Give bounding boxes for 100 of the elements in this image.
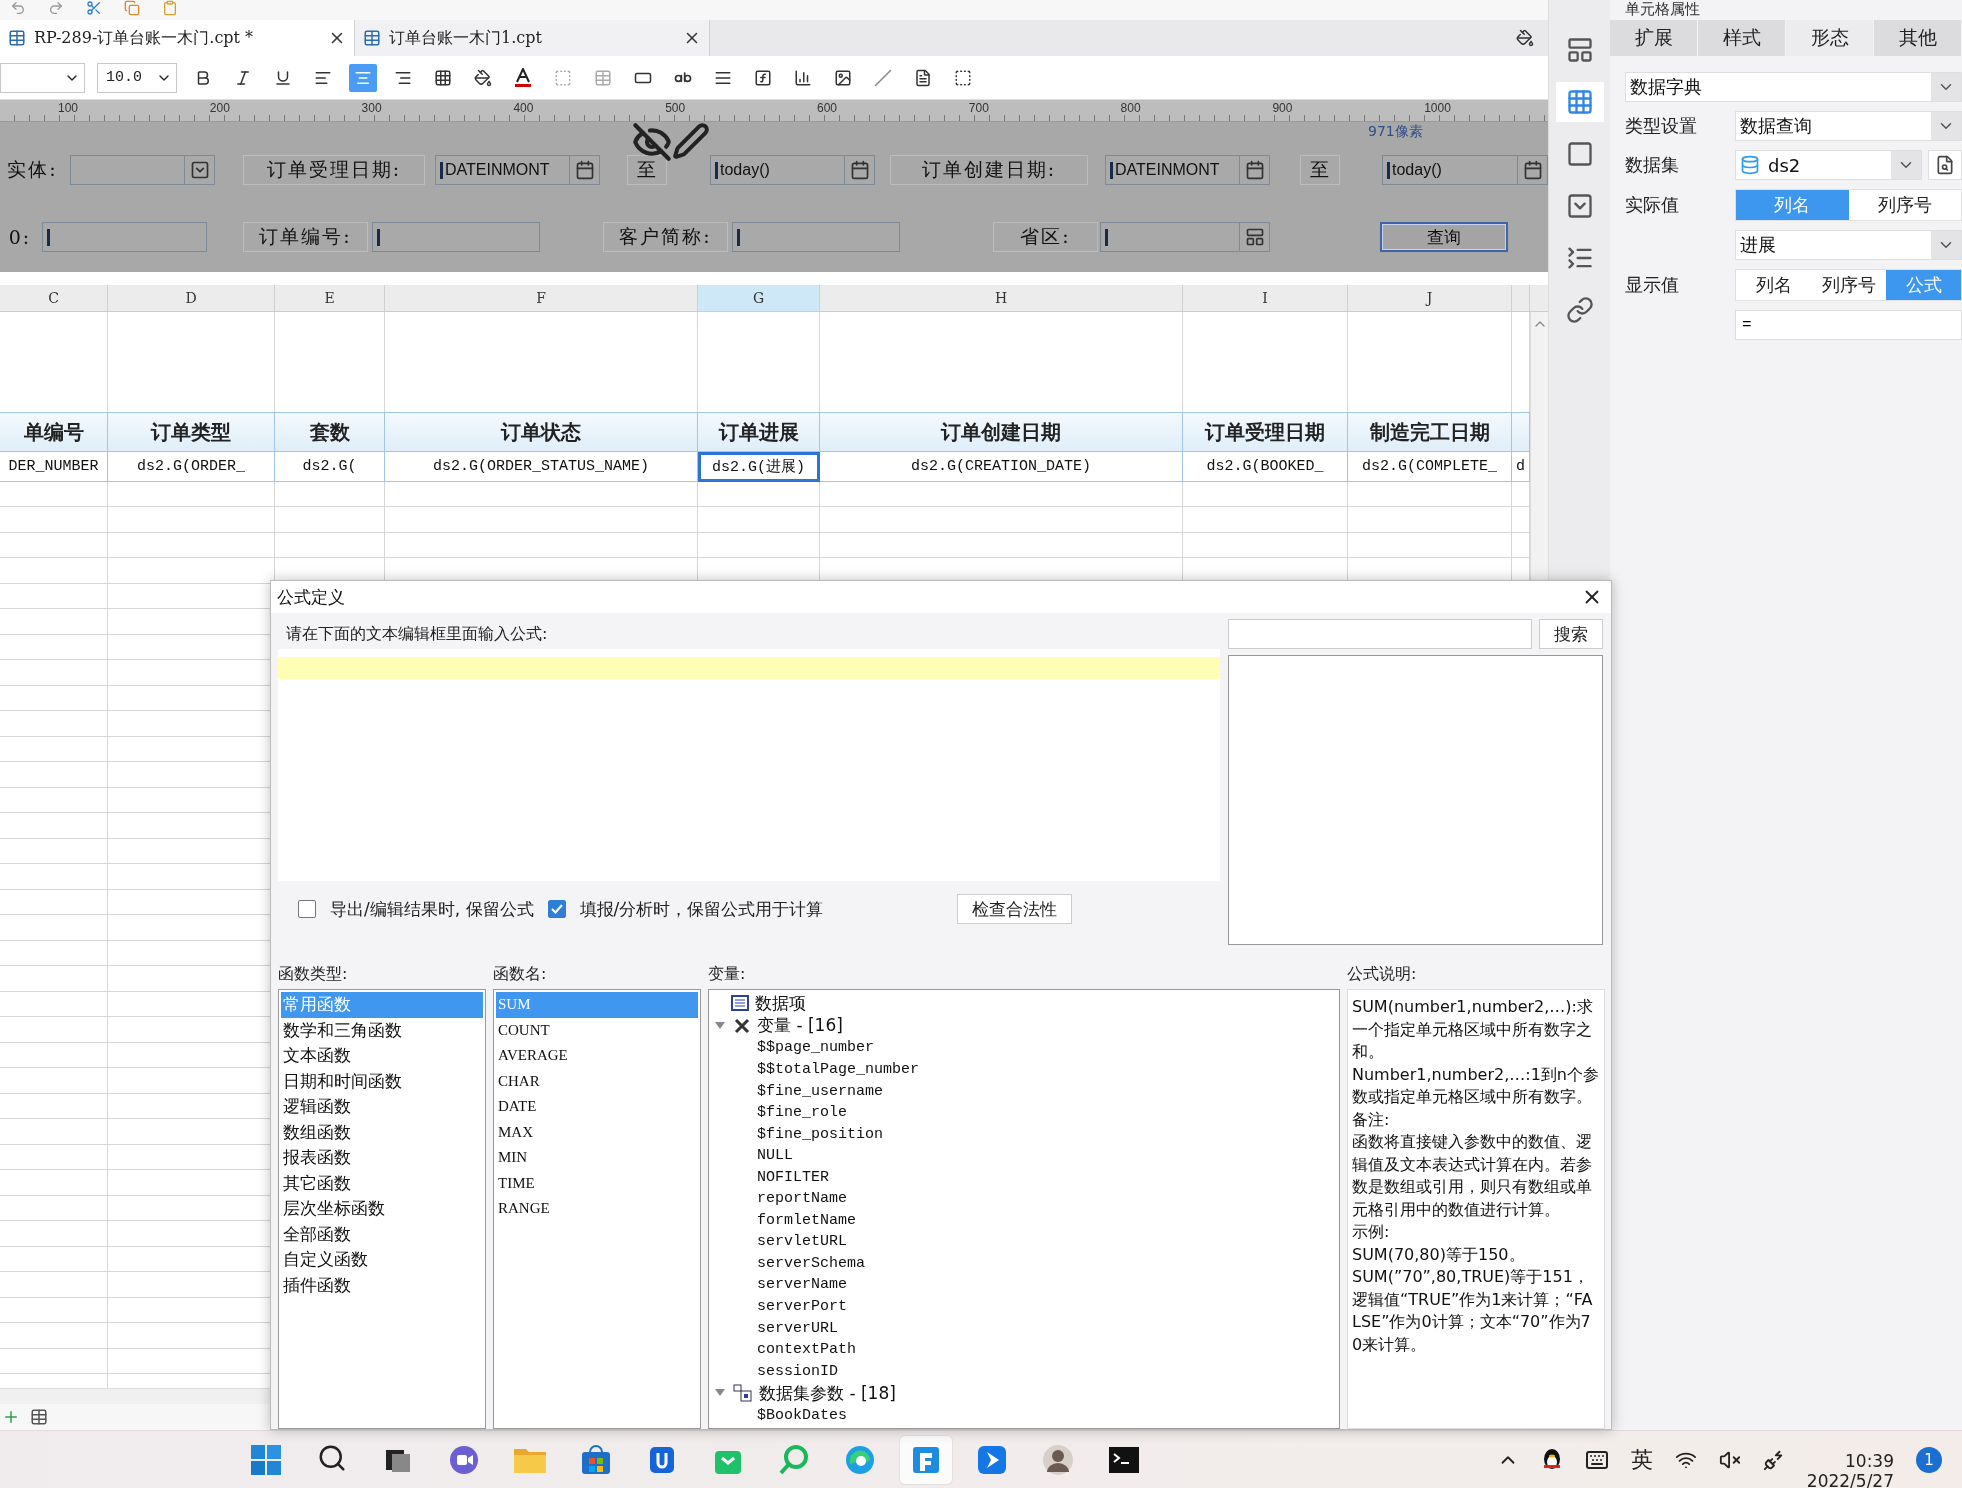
column-header[interactable]: G [698,285,820,311]
property-tab[interactable]: 其他 [1874,20,1962,56]
query-button[interactable]: 查询 [1380,222,1508,252]
tree-node[interactable]: servletURL [757,1233,847,1251]
tree-node[interactable]: reportName [757,1190,847,1208]
column-header[interactable]: D [108,285,275,311]
list-item[interactable]: 数学和三角函数 [281,1017,483,1043]
power-icon[interactable] [1762,1448,1785,1471]
clock-time[interactable]: 10:39 [1845,1450,1894,1472]
list-item[interactable]: TIME [496,1170,698,1196]
list-item[interactable]: 插件函数 [281,1272,483,1298]
tree-node[interactable]: $BookDates [757,1406,847,1424]
tree-node[interactable]: $$page_number [757,1039,875,1057]
tree-node[interactable]: 数据项 [755,991,806,1015]
table-cell[interactable]: d [1512,452,1530,482]
tree-field[interactable] [1100,222,1270,252]
list-item[interactable]: CHAR [496,1068,698,1094]
tree-node[interactable]: serverPort [757,1298,847,1315]
list-item[interactable]: AVERAGE [496,1043,698,1069]
list-item[interactable]: MAX [496,1119,698,1145]
checkbox[interactable] [298,900,316,918]
formula-field[interactable]: = [1735,310,1962,340]
start-icon[interactable] [250,1443,282,1476]
list-item[interactable]: MIN [496,1145,698,1171]
list-item[interactable]: RANGE [496,1196,698,1222]
file-tab[interactable]: 订单台账一木门1.cpt [355,20,710,56]
list-item[interactable]: 文本函数 [281,1043,483,1069]
date-field[interactable]: DATEINMONT [1105,155,1270,185]
check-button[interactable]: 检查合法性 [957,894,1073,924]
table-cell[interactable]: ds2.G(进展) [698,452,820,482]
text-field[interactable] [732,222,900,252]
tree-node[interactable]: $fine_position [757,1125,884,1143]
combo-field[interactable] [70,155,215,185]
table-cell[interactable]: ds2.G(BOOKED_ [1183,452,1348,482]
table-cell[interactable]: ds2.G(ORDER_ [108,452,275,482]
list-item[interactable]: 报表函数 [281,1145,483,1171]
browser-icon[interactable] [844,1443,876,1476]
tree-node[interactable]: NOFILTER [757,1168,829,1186]
list-item[interactable]: 其它函数 [281,1170,483,1196]
tree-node[interactable]: $fine_role [757,1104,847,1122]
tree-node[interactable]: serverSchema [757,1254,866,1272]
file-tab[interactable]: RP-289-订单台账一木门.cpt * [0,20,355,56]
tree-node[interactable]: contextPath [757,1341,857,1359]
type-dropdown[interactable]: 数据查询 [1735,111,1962,141]
list-item[interactable]: 全部函数 [281,1221,483,1247]
dictionary-dropdown[interactable]: 数据字典 [1625,72,1962,102]
date-field[interactable]: DATEINMONT [435,155,600,185]
pen-icon[interactable] [672,122,710,160]
avatar-icon[interactable] [1042,1443,1074,1476]
tree-node[interactable]: sessionID [757,1362,838,1380]
tree-node[interactable]: 数据集参数 - [18] [759,1381,896,1405]
search-field[interactable] [1228,619,1532,649]
search-button[interactable]: 搜索 [1539,619,1603,649]
column-header[interactable]: H [820,285,1183,311]
checkbox[interactable] [547,900,566,918]
tree-node[interactable]: serverName [757,1276,847,1294]
notification-badge[interactable]: 1 [1916,1446,1942,1473]
column-header[interactable]: I [1183,285,1348,311]
store-icon[interactable] [580,1443,612,1476]
column-header[interactable]: C [0,285,108,311]
tree-node[interactable]: serverURL [757,1319,838,1337]
tree-node[interactable]: $$totalPage_number [757,1061,920,1078]
text-field[interactable] [42,222,207,252]
tree-node[interactable]: $fine_username [757,1082,884,1100]
add-report-icon[interactable] [30,1408,48,1426]
list-item[interactable]: 日期和时间函数 [281,1068,483,1094]
table-cell[interactable]: ds2.G(COMPLETE_ [1348,452,1512,482]
property-tab[interactable]: 形态 [1786,20,1874,56]
table-cell[interactable]: ds2.G( [275,452,385,482]
preview-icon[interactable] [1928,150,1962,180]
column-header[interactable]: E [275,285,385,311]
widget-grid-icon[interactable] [1555,82,1604,122]
property-tab[interactable]: 扩展 [1610,20,1698,56]
clock-date[interactable]: 2022/5/27 [1806,1472,1894,1488]
property-tab[interactable]: 样式 [1698,20,1786,56]
input-method[interactable]: 英 [1630,1444,1653,1475]
list-item[interactable]: DATE [496,1094,698,1120]
expand-icon[interactable] [715,1021,727,1030]
tree-node[interactable]: NULL [757,1147,793,1165]
dataset-dropdown[interactable]: ds2 [1735,150,1922,180]
date-field[interactable]: today() [1382,155,1548,185]
text-field[interactable] [372,222,540,252]
table-cell[interactable]: ds2.G(CREATION_DATE) [820,452,1183,482]
eye-off-icon[interactable] [632,122,672,162]
column-header[interactable]: J [1348,285,1512,311]
arrow-app-icon[interactable] [976,1443,1008,1476]
list-item[interactable]: 层次坐标函数 [281,1196,483,1222]
list-item[interactable]: 自定义函数 [281,1247,483,1273]
terminal-icon[interactable] [1108,1444,1140,1475]
font-size-dropdown[interactable]: 10.0 [97,62,177,93]
chat-icon[interactable] [448,1443,480,1476]
tree-node[interactable]: 变量 - [16] [757,1014,843,1038]
column-dropdown[interactable]: 进展 [1735,230,1962,260]
tree-node[interactable]: formletName [757,1211,857,1229]
list-item[interactable]: COUNT [496,1017,698,1043]
list-item[interactable]: 数组函数 [281,1119,483,1145]
list-item[interactable]: 逻辑函数 [281,1094,483,1120]
date-field[interactable]: today() [710,155,875,185]
table-cell[interactable]: DER_NUMBER [0,452,108,482]
table-cell[interactable]: ds2.G(ORDER_STATUS_NAME) [385,452,698,482]
